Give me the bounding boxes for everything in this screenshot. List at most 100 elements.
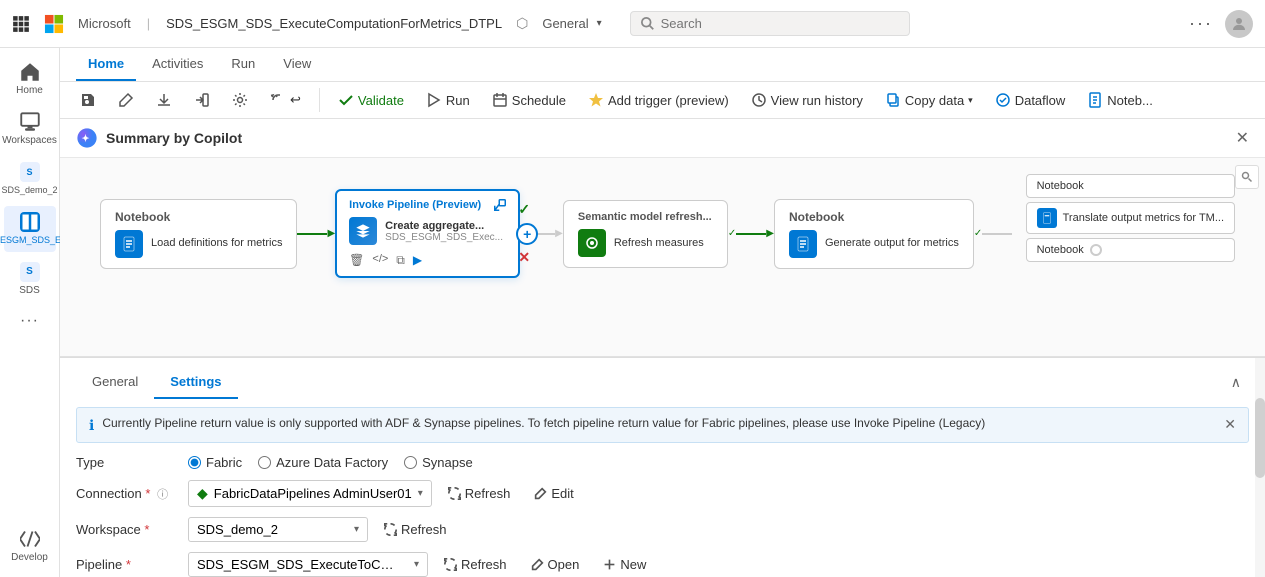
canvas-area: ✦ Summary by Copilot ✕ Notebook xyxy=(60,119,1265,357)
invoke-delete-icon[interactable]: 🗑 xyxy=(349,253,364,268)
breadcrumb-shield: ⬡ xyxy=(516,15,528,32)
connection-select[interactable]: ◆ FabricDataPipelines AdminUser01 ▾ xyxy=(188,480,432,507)
pipeline-name: SDS_ESGM_SDS_ExecuteComputationForMetric… xyxy=(166,16,502,31)
sidebar-item-more[interactable]: ··· xyxy=(4,306,56,336)
undo-button[interactable]: ↩ xyxy=(262,88,309,112)
invoke-code-icon[interactable]: </> xyxy=(372,253,388,268)
search-bar[interactable] xyxy=(630,11,910,36)
tab-settings[interactable]: Settings xyxy=(154,366,237,399)
pipeline-row: Pipeline * SDS_ESGM_SDS_ExecuteToCreateA… xyxy=(76,552,1249,577)
sidebar-item-workspaces[interactable]: Workspaces xyxy=(4,106,56,152)
right-node-notebook2[interactable]: Notebook xyxy=(1026,238,1235,262)
invoke-success-check: ✓ xyxy=(518,201,530,218)
ribbon: Home Activities Run View xyxy=(60,48,1265,119)
canvas-search-btn[interactable] xyxy=(1235,165,1259,189)
right-node-translate-label: Translate output metrics for TM... xyxy=(1063,212,1224,224)
info-message: Currently Pipeline return value is only … xyxy=(102,416,985,430)
add-trigger-button[interactable]: Add trigger (preview) xyxy=(580,88,737,112)
radio-fabric-input[interactable] xyxy=(188,456,201,469)
validate-button[interactable]: Validate xyxy=(330,88,412,112)
notebook-ribbon-button[interactable]: Noteb... xyxy=(1079,88,1161,112)
connection-refresh-label: Refresh xyxy=(465,486,511,501)
connection-info-icon[interactable]: ⓘ xyxy=(157,489,168,501)
pipeline-node-notebook-1[interactable]: Notebook Load definitions for metrics xyxy=(100,199,297,269)
pipeline-open-btn[interactable]: Open xyxy=(523,553,588,576)
radio-adf[interactable]: Azure Data Factory xyxy=(258,455,388,470)
sidebar-item-home[interactable]: Home xyxy=(4,56,56,102)
invoke-copy-icon[interactable]: ⧉ xyxy=(396,253,405,268)
settings-collapse-btn[interactable]: ∧ xyxy=(1223,370,1249,395)
workspace-select[interactable]: SDS_demo_2 ▾ xyxy=(188,517,368,542)
copilot-title-text: Summary by Copilot xyxy=(106,130,242,146)
pipeline-new-btn[interactable]: New xyxy=(595,553,654,576)
invoke-node-icon xyxy=(349,217,377,245)
node-notebook-1-icon xyxy=(115,230,143,258)
right-node-notebook[interactable]: Notebook xyxy=(1026,174,1235,198)
sidebar-item-develop[interactable]: Develop xyxy=(4,523,56,569)
sidebar-item-sds-exec[interactable]: SDS_ESGM_SDS_Exec... xyxy=(4,206,56,252)
radio-synapse[interactable]: Synapse xyxy=(404,455,473,470)
grid-icon[interactable] xyxy=(12,15,30,33)
pipeline-node-semantic[interactable]: Semantic model refresh... Refresh measur… xyxy=(563,200,728,268)
dataflow-button[interactable]: Dataflow xyxy=(987,88,1074,112)
save-button[interactable] xyxy=(72,88,104,112)
pipeline-node-invoke[interactable]: Invoke Pipeline (Preview) Create aggrega… xyxy=(335,189,520,278)
info-bar: ℹ Currently Pipeline return value is onl… xyxy=(76,407,1249,443)
invoke-run-icon[interactable]: ▶ xyxy=(413,253,422,268)
copilot-close-btn[interactable]: ✕ xyxy=(1236,128,1249,148)
download-button[interactable] xyxy=(148,88,180,112)
avatar[interactable] xyxy=(1225,10,1253,38)
invoke-node-label: Create aggregate... xyxy=(385,220,503,232)
pipeline-select[interactable]: SDS_ESGM_SDS_ExecuteToCreateAg... ▾ xyxy=(188,552,428,577)
search-input[interactable] xyxy=(661,16,861,31)
connection-control: ◆ FabricDataPipelines AdminUser01 ▾ Refr… xyxy=(188,480,582,507)
svg-text:✦: ✦ xyxy=(82,133,90,144)
workspace-value: SDS_demo_2 xyxy=(197,522,348,537)
tab-activities[interactable]: Activities xyxy=(140,48,215,81)
connection-refresh-btn[interactable]: Refresh xyxy=(440,482,519,505)
connection-chevron: ▾ xyxy=(418,488,423,499)
workspace-refresh-btn[interactable]: Refresh xyxy=(376,518,455,541)
tab-home[interactable]: Home xyxy=(76,48,136,81)
right-node-translate[interactable]: Translate output metrics for TM... xyxy=(1026,202,1235,234)
breadcrumb-sep: | xyxy=(147,16,150,31)
scrollbar-thumb[interactable] xyxy=(1255,398,1265,478)
copy-data-chevron[interactable]: ▾ xyxy=(968,95,973,106)
copy-data-label: Copy data xyxy=(905,93,964,108)
node-semantic-icon xyxy=(578,229,606,257)
run-button[interactable]: Run xyxy=(418,88,478,112)
add-activity-btn[interactable]: + xyxy=(516,223,538,245)
copy-data-button[interactable]: Copy data ▾ xyxy=(877,88,981,112)
sidebar-item-sds[interactable]: S SDS xyxy=(4,256,56,302)
sidebar-item-sds-demo[interactable]: S SDS_demo_2 xyxy=(4,156,56,202)
ribbon-tabs: Home Activities Run View xyxy=(60,48,1265,82)
breadcrumb-env[interactable]: General xyxy=(542,16,588,31)
pipeline-refresh-btn[interactable]: Refresh xyxy=(436,553,515,576)
radio-fabric[interactable]: Fabric xyxy=(188,455,242,470)
notebook-ribbon-label: Noteb... xyxy=(1107,93,1153,108)
more-options-btn[interactable]: ··· xyxy=(1189,13,1213,34)
gear-button[interactable] xyxy=(224,88,256,112)
settings-tabs: General Settings xyxy=(76,366,238,399)
schedule-button[interactable]: Schedule xyxy=(484,88,574,112)
radio-synapse-input[interactable] xyxy=(404,456,417,469)
right-node-notebook2-label: Notebook xyxy=(1037,244,1084,256)
sidebar-label-workspaces: Workspaces xyxy=(2,135,57,146)
invoke-node-title: Invoke Pipeline (Preview) xyxy=(349,199,481,211)
info-close-btn[interactable]: ✕ xyxy=(1224,416,1236,433)
tab-run[interactable]: Run xyxy=(219,48,267,81)
validate-label: Validate xyxy=(358,93,404,108)
schedule-label: Schedule xyxy=(512,93,566,108)
import-button[interactable] xyxy=(186,88,218,112)
connection-edit-btn[interactable]: Edit xyxy=(526,482,581,505)
copilot-bar: ✦ Summary by Copilot ✕ xyxy=(60,119,1265,158)
radio-adf-input[interactable] xyxy=(258,456,271,469)
view-run-history-button[interactable]: View run history xyxy=(743,88,871,112)
tab-general[interactable]: General xyxy=(76,366,154,399)
env-chevron[interactable]: ▾ xyxy=(597,18,602,29)
tab-view[interactable]: View xyxy=(271,48,323,81)
scrollbar-track xyxy=(1255,358,1265,577)
edit-button[interactable] xyxy=(110,88,142,112)
node-semantic-title: Semantic model refresh... xyxy=(578,211,713,223)
pipeline-node-notebook-2[interactable]: Notebook Generate output for metrics xyxy=(774,199,974,269)
